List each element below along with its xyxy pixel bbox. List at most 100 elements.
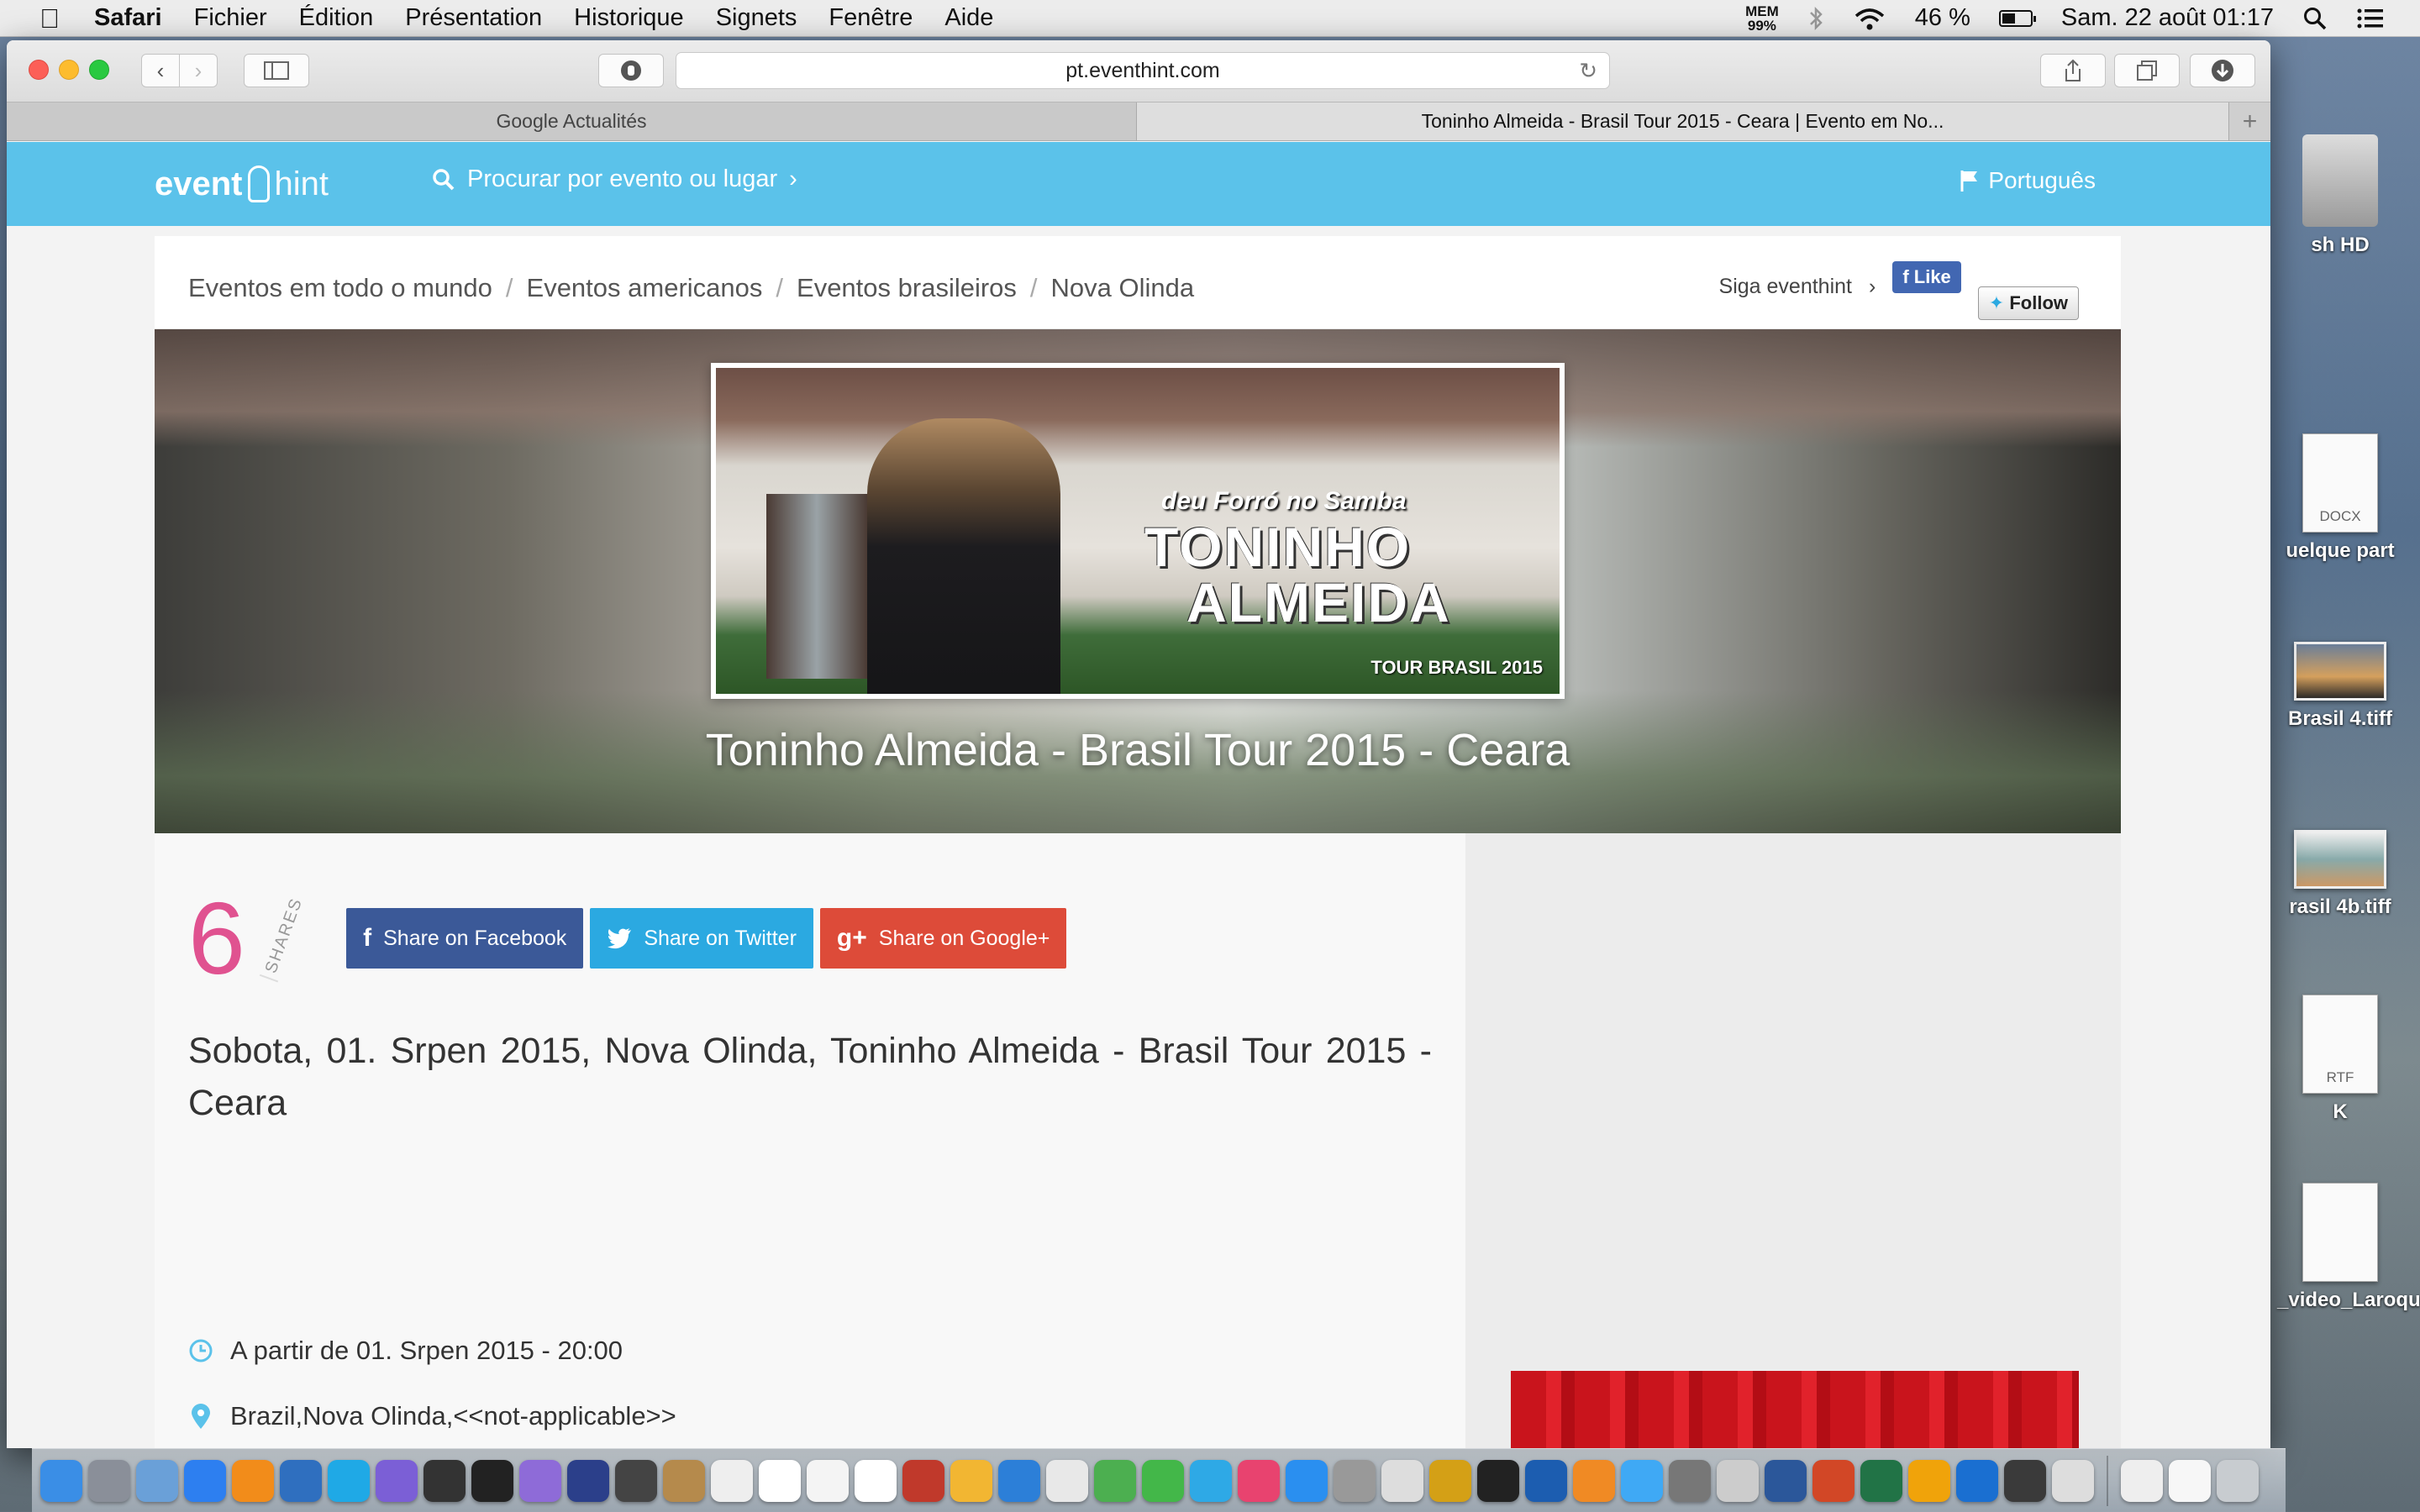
desktop-item-video[interactable]: _video_Laroque [2260, 1183, 2420, 1312]
menu-aide[interactable]: Aide [944, 4, 993, 32]
toolkit-icon[interactable] [1334, 1459, 1376, 1502]
new-tab-button[interactable]: + [2229, 102, 2270, 140]
eventhint-logo[interactable]: event hint [155, 160, 329, 207]
desktop-item-hd[interactable]: sh HD [2260, 134, 2420, 257]
desktop-item-brasil4[interactable]: Brasil 4.tiff [2260, 642, 2420, 731]
photo-booth-icon[interactable] [902, 1459, 944, 1502]
advertisement-banner[interactable] [1511, 1371, 2079, 1448]
imovie-star-icon[interactable] [519, 1459, 561, 1502]
forward-button[interactable]: › [179, 54, 218, 87]
event-poster-image[interactable]: deu Forró no Samba TONINHO ALMEIDA TOUR … [711, 363, 1565, 699]
menu-fichier[interactable]: Fichier [194, 4, 267, 32]
breadcrumb-nova-olinda[interactable]: Nova Olinda [1051, 273, 1195, 303]
menu-presentation[interactable]: Présentation [405, 4, 542, 32]
preview-icon[interactable] [136, 1459, 178, 1502]
powerpoint-icon[interactable] [1812, 1459, 1854, 1502]
itunes-icon[interactable] [1238, 1459, 1280, 1502]
breadcrumb-world[interactable]: Eventos em todo o mundo [188, 273, 492, 303]
event-hero: deu Forró no Samba TONINHO ALMEIDA TOUR … [155, 329, 2121, 833]
numbers-icon[interactable] [1094, 1459, 1136, 1502]
vlc-icon[interactable] [232, 1459, 274, 1502]
messages-icon[interactable] [1190, 1459, 1232, 1502]
desktop-item-rtf[interactable]: RTF K [2260, 995, 2420, 1124]
search-events-link[interactable]: Procurar por evento ou lugar › [432, 165, 797, 193]
desktop-item-docx[interactable]: DOCX uelque part [2260, 433, 2420, 563]
address-bar[interactable]: pt.eventhint.com ↻ [676, 52, 1610, 89]
finalcut-icon[interactable] [424, 1459, 466, 1502]
tab-google-actualites[interactable]: Google Actualités [7, 102, 1137, 140]
share-twitter-button[interactable]: Share on Twitter [590, 908, 813, 969]
zoom-window-button[interactable] [89, 60, 109, 80]
share-facebook-button[interactable]: f Share on Facebook [346, 908, 584, 969]
quicktime-icon[interactable] [280, 1459, 322, 1502]
sidebar-toggle-button[interactable] [244, 54, 309, 87]
excel-icon[interactable] [1860, 1459, 1902, 1502]
facebook-like-button[interactable]: f Like [1892, 261, 1961, 293]
spotify-icon[interactable] [2004, 1459, 2046, 1502]
pages-icon[interactable] [1046, 1459, 1088, 1502]
reload-icon[interactable]: ↻ [1579, 58, 1597, 84]
menu-fenetre[interactable]: Fenêtre [829, 4, 913, 32]
finder-icon[interactable] [40, 1459, 82, 1502]
shazam-icon[interactable] [1477, 1459, 1519, 1502]
outlook-icon[interactable] [1908, 1459, 1950, 1502]
appstore-icon[interactable] [1286, 1459, 1328, 1502]
share-google-button[interactable]: g+ Share on Google+ [819, 908, 1067, 969]
battery-icon[interactable] [1998, 9, 2036, 27]
safari-icon[interactable] [184, 1459, 226, 1502]
desktop-item-label: _video_Laroque [2277, 1289, 2420, 1311]
apple-menu-icon[interactable]:  [30, 0, 69, 37]
minimize-window-button[interactable] [59, 60, 79, 80]
calendar-icon[interactable] [711, 1459, 753, 1502]
drive-icon[interactable] [1429, 1459, 1471, 1502]
books-icon[interactable] [1573, 1459, 1615, 1502]
bluetooth-icon[interactable] [1807, 6, 1824, 31]
contacts-icon[interactable] [663, 1459, 705, 1502]
twitter-follow-button[interactable]: ✦ Follow [1977, 286, 2079, 320]
tab-eventhint[interactable]: Toninho Almeida - Brasil Tour 2015 - Cea… [1137, 102, 2229, 140]
imovie-icon[interactable] [376, 1459, 418, 1502]
ccleaner-icon[interactable] [1956, 1459, 1998, 1502]
keynote-icon[interactable] [998, 1459, 1040, 1502]
system-prefs-icon[interactable] [1669, 1459, 1711, 1502]
clock[interactable]: Sam. 22 août 01:17 [2061, 4, 2274, 32]
downloads-stack-icon[interactable] [2121, 1459, 2163, 1502]
back-button[interactable]: ‹ [141, 54, 180, 87]
pencil-icon[interactable] [1381, 1459, 1423, 1502]
keyboard-icon[interactable] [2052, 1459, 2094, 1502]
launchpad-icon[interactable] [88, 1459, 130, 1502]
facetime-icon[interactable] [1142, 1459, 1184, 1502]
notification-center-icon[interactable] [2356, 8, 2385, 29]
photos-icon[interactable] [950, 1459, 992, 1502]
downloads-button[interactable] [2190, 54, 2255, 87]
share-button[interactable] [2040, 54, 2106, 87]
privacy-extension-button[interactable] [598, 54, 664, 87]
breadcrumb-americas[interactable]: Eventos americanos [527, 273, 763, 303]
reminders-icon[interactable] [855, 1459, 897, 1502]
procut-icon[interactable] [471, 1459, 513, 1502]
language-selector[interactable]: Português [1960, 167, 2096, 194]
trash-icon[interactable] [2217, 1459, 2259, 1502]
breadcrumb-brazil[interactable]: Eventos brasileiros [797, 273, 1017, 303]
wifi-icon[interactable] [1853, 6, 1886, 31]
photo-icon[interactable] [615, 1459, 657, 1502]
skype-icon[interactable] [328, 1459, 370, 1502]
memory-monitor[interactable]: MEM 99% [1745, 4, 1779, 33]
chevron-right-icon: › [194, 57, 203, 83]
dvd-icon[interactable] [567, 1459, 609, 1502]
menu-historique[interactable]: Historique [574, 4, 684, 32]
archive-icon[interactable] [1717, 1459, 1759, 1502]
desktop-item-brasil4b[interactable]: rasil 4b.tiff [2260, 830, 2420, 919]
spotlight-search-icon[interactable] [2302, 6, 2328, 31]
dashboard-icon[interactable] [1525, 1459, 1567, 1502]
document-stack-icon[interactable] [2169, 1459, 2211, 1502]
menu-safari[interactable]: Safari [94, 4, 162, 32]
tabs-overview-button[interactable] [2114, 54, 2180, 87]
word-icon[interactable] [1765, 1459, 1807, 1502]
weather-icon[interactable] [1621, 1459, 1663, 1502]
menu-signets[interactable]: Signets [716, 4, 797, 32]
notes-icon[interactable] [759, 1459, 801, 1502]
menu-edition[interactable]: Édition [299, 4, 374, 32]
textedit-icon[interactable] [807, 1459, 849, 1502]
close-window-button[interactable] [29, 60, 49, 80]
